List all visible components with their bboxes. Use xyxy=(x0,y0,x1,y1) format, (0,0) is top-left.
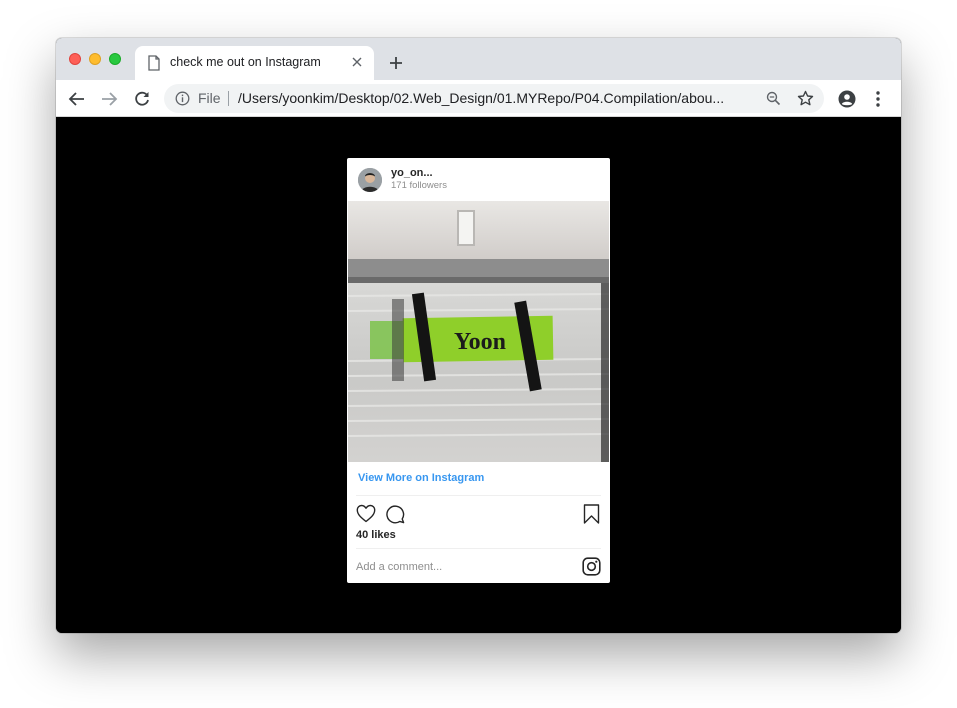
page-viewport: yo_on... 171 followers Yoon View More on… xyxy=(56,117,901,633)
back-icon[interactable] xyxy=(68,90,86,108)
photo-sign-text: Yoon xyxy=(454,329,506,355)
url-text[interactable]: /Users/yoonkim/Desktop/02.Web_Design/01.… xyxy=(238,90,754,106)
instagram-logo-icon[interactable] xyxy=(582,557,601,576)
close-window-button[interactable] xyxy=(69,53,81,65)
tab-title: check me out on Instagram xyxy=(170,55,321,69)
browser-toolbar: File /Users/yoonkim/Desktop/02.Web_Desig… xyxy=(56,80,901,117)
forward-icon[interactable] xyxy=(100,90,118,108)
bookmark-icon[interactable] xyxy=(583,504,600,524)
post-header: yo_on... 171 followers xyxy=(347,158,610,201)
page-icon xyxy=(148,55,160,71)
more-menu-icon[interactable] xyxy=(875,90,881,108)
profile-icon[interactable] xyxy=(838,90,856,108)
close-tab-icon[interactable] xyxy=(351,56,363,68)
comment-icon[interactable] xyxy=(385,504,405,524)
tab-bar: check me out on Instagram xyxy=(56,38,901,80)
comment-input[interactable] xyxy=(356,558,566,576)
zoom-out-icon[interactable] xyxy=(766,91,781,106)
heart-icon[interactable] xyxy=(356,504,376,523)
followers-count: 171 followers xyxy=(391,180,447,191)
browser-tab[interactable]: check me out on Instagram xyxy=(135,46,374,80)
scheme-label: File xyxy=(198,90,221,106)
likes-count: 40 likes xyxy=(356,529,396,541)
address-separator xyxy=(228,91,229,106)
divider xyxy=(356,548,601,549)
minimize-window-button[interactable] xyxy=(89,53,101,65)
reload-icon[interactable] xyxy=(133,90,151,108)
divider xyxy=(356,495,601,496)
post-photo[interactable]: Yoon xyxy=(348,201,609,462)
username[interactable]: yo_on... xyxy=(391,167,433,179)
avatar[interactable] xyxy=(358,168,382,192)
new-tab-icon[interactable] xyxy=(388,55,404,71)
bookmark-star-icon[interactable] xyxy=(797,90,814,107)
browser-window: check me out on Instagram File /Users/yo… xyxy=(56,38,901,633)
info-icon[interactable] xyxy=(175,91,190,106)
address-bar[interactable]: File /Users/yoonkim/Desktop/02.Web_Desig… xyxy=(164,84,824,113)
zoom-window-button[interactable] xyxy=(109,53,121,65)
view-more-link[interactable]: View More on Instagram xyxy=(358,472,484,484)
instagram-embed-card: yo_on... 171 followers Yoon View More on… xyxy=(347,158,610,583)
